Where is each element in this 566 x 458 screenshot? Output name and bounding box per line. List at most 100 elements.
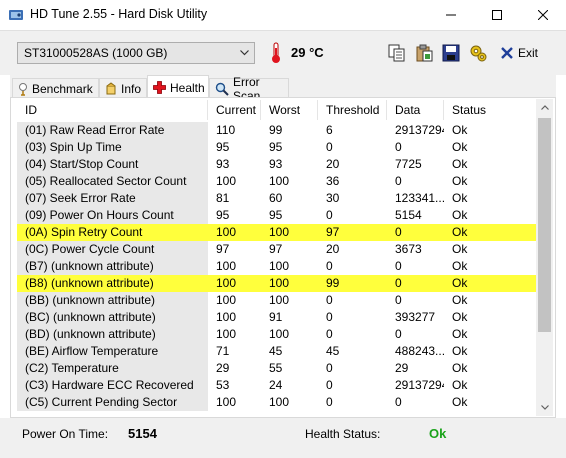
table-row[interactable]: (C2) Temperature 29 55 0 29 Ok — [17, 360, 539, 377]
table-row[interactable]: (0C) Power Cycle Count 97 97 20 3673 Ok — [17, 241, 539, 258]
table-row[interactable]: (BE) Airflow Temperature 71 45 45 488243... O… — [17, 343, 539, 360]
save-button[interactable] — [440, 42, 462, 64]
column-header-current[interactable]: Current — [208, 100, 261, 120]
cell-id: (03) Spin Up Time — [17, 139, 208, 156]
cell-id: (0A) Spin Retry Count — [25, 225, 143, 239]
cell-worst: 93 — [269, 157, 283, 171]
tab-error-scan[interactable]: Error Scan — [209, 75, 289, 103]
table-row[interactable]: (03) Spin Up Time 95 95 0 0 Ok — [17, 139, 539, 156]
cell-worst: 60 — [269, 191, 283, 205]
cell-threshold: 36 — [326, 174, 340, 188]
copy-button[interactable] — [386, 42, 408, 64]
column-header-status[interactable]: Status — [444, 100, 539, 120]
minimize-button[interactable] — [428, 0, 474, 30]
cell-status: Ok — [452, 361, 468, 375]
cell-threshold: 20 — [326, 242, 340, 256]
cell-id: (C2) Temperature — [17, 360, 208, 377]
cell-threshold: 45 — [326, 344, 340, 358]
tab-info[interactable]: Info — [99, 78, 147, 98]
cell-data: 0 — [395, 327, 402, 341]
cell-id: (B8) (unknown attribute) — [25, 276, 154, 290]
cell-threshold: 30 — [326, 191, 340, 205]
copy-icon — [388, 44, 405, 62]
cell-status: Ok — [452, 191, 468, 205]
cell-worst: 100 — [269, 174, 290, 188]
temperature-readout: 29 °C — [291, 45, 324, 60]
cell-status: Ok — [452, 140, 468, 154]
cell-worst: 95 — [269, 208, 283, 222]
close-icon — [538, 10, 548, 20]
power-on-time-label: Power On Time: — [22, 427, 109, 441]
info-icon — [105, 81, 117, 96]
tab-health[interactable]: Health — [147, 75, 209, 99]
cell-current: 81 — [216, 191, 230, 205]
status-footer: Power On Time: 5154 Health Status: Ok — [0, 418, 566, 458]
cell-worst: 97 — [269, 242, 283, 256]
cell-current: 53 — [216, 378, 230, 392]
column-header-worst[interactable]: Worst — [261, 100, 318, 120]
table-row[interactable]: (BC) (unknown attribute) 100 91 0 393277 Ok — [17, 309, 539, 326]
smart-table-header: ID Current Worst Threshold Data Status — [17, 100, 539, 120]
tab-benchmark-label: Benchmark — [32, 81, 93, 96]
scroll-up-button[interactable] — [536, 99, 553, 116]
clipboard-icon — [416, 44, 433, 62]
cell-threshold: 97 — [326, 225, 340, 239]
cell-threshold: 0 — [326, 327, 333, 341]
maximize-button[interactable] — [474, 0, 520, 30]
paste-button[interactable] — [413, 42, 435, 64]
vertical-scrollbar[interactable] — [536, 99, 553, 416]
cell-data: 0 — [395, 140, 402, 154]
table-row[interactable]: (C3) Hardware ECC Recovered 53 24 0 29137294… — [17, 377, 539, 394]
cell-data: 0 — [395, 225, 402, 239]
cell-threshold: 6 — [326, 123, 333, 137]
table-row[interactable]: (05) Reallocated Sector Count 100 100 36 0 Ok — [17, 173, 539, 190]
tab-bar: Benchmark Info Health Error Scan — [10, 74, 556, 103]
cell-data: 0 — [395, 259, 402, 273]
cell-id: (BB) (unknown attribute) — [17, 292, 208, 309]
tab-info-label: Info — [121, 81, 142, 96]
table-row[interactable]: (B8) (unknown attribute) 100 100 99 0 Ok — [17, 275, 539, 292]
cell-current: 110 — [216, 123, 236, 137]
cell-current: 71 — [216, 344, 230, 358]
cell-threshold: 20 — [326, 157, 340, 171]
cell-threshold: 0 — [326, 140, 333, 154]
cell-worst: 100 — [269, 276, 290, 290]
title-bar: HD Tune 2.55 - Hard Disk Utility — [0, 0, 566, 30]
column-header-data[interactable]: Data — [387, 100, 444, 120]
tab-benchmark[interactable]: Benchmark — [12, 78, 99, 98]
cell-worst: 100 — [269, 327, 290, 341]
cell-threshold: 0 — [326, 310, 333, 324]
table-row[interactable]: (0A) Spin Retry Count 100 100 97 0 Ok — [17, 224, 539, 241]
power-on-time-value: 5154 — [128, 426, 157, 441]
cell-worst: 100 — [269, 259, 290, 273]
cell-id: (B7) (unknown attribute) — [17, 258, 208, 275]
table-row[interactable]: (B7) (unknown attribute) 100 100 0 0 Ok — [17, 258, 539, 275]
table-row[interactable]: (BD) (unknown attribute) 100 100 0 0 Ok — [17, 326, 539, 343]
window-title: HD Tune 2.55 - Hard Disk Utility — [30, 7, 208, 21]
hd-tune-app-icon — [9, 10, 23, 20]
cell-data: 5154 — [395, 208, 422, 222]
drive-select[interactable]: ST31000528AS (1000 GB) — [17, 42, 255, 64]
cell-threshold: 0 — [326, 208, 333, 222]
cell-id: (BE) Airflow Temperature — [17, 343, 208, 360]
scroll-down-button[interactable] — [536, 399, 553, 416]
cell-current: 100 — [216, 276, 237, 290]
table-row[interactable]: (09) Power On Hours Count 95 95 0 5154 Ok — [17, 207, 539, 224]
close-button[interactable] — [520, 0, 566, 30]
cell-worst: 91 — [269, 310, 283, 324]
table-row[interactable]: (BB) (unknown attribute) 100 100 0 0 Ok — [17, 292, 539, 309]
table-row[interactable]: (07) Seek Error Rate 81 60 30 123341... Ok — [17, 190, 539, 207]
column-header-threshold[interactable]: Threshold — [318, 100, 387, 120]
cell-worst: 99 — [269, 123, 283, 137]
table-row[interactable]: (04) Start/Stop Count 93 93 20 7725 Ok — [17, 156, 539, 173]
cell-data: 29137294 — [395, 378, 444, 392]
column-header-id[interactable]: ID — [17, 100, 208, 120]
exit-button[interactable]: Exit — [500, 42, 538, 64]
table-row[interactable]: (C5) Current Pending Sector 100 100 0 0 Ok — [17, 394, 539, 411]
options-button[interactable] — [467, 42, 489, 64]
table-row[interactable]: (01) Raw Read Error Rate 110 99 6 29137294 Ok — [17, 122, 539, 139]
cell-data: 0 — [395, 293, 402, 307]
scrollbar-thumb[interactable] — [538, 118, 551, 332]
floppy-disk-icon — [442, 44, 460, 62]
health-cross-icon — [153, 81, 166, 94]
